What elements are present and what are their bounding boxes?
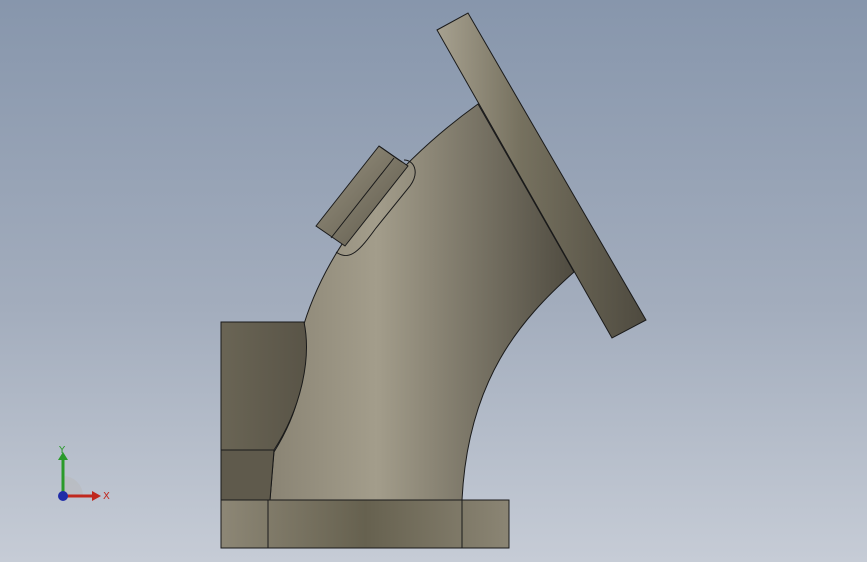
- model-viewport[interactable]: Y X: [0, 0, 867, 562]
- y-axis-label: Y: [58, 445, 66, 456]
- axis-triad: Y X: [58, 445, 110, 502]
- inlet-lip: [220, 449, 275, 501]
- x-axis-label: X: [103, 491, 110, 502]
- pipe-elbow-model[interactable]: [0, 0, 867, 562]
- z-axis-dot: [58, 491, 68, 501]
- base-flange: [220, 499, 510, 549]
